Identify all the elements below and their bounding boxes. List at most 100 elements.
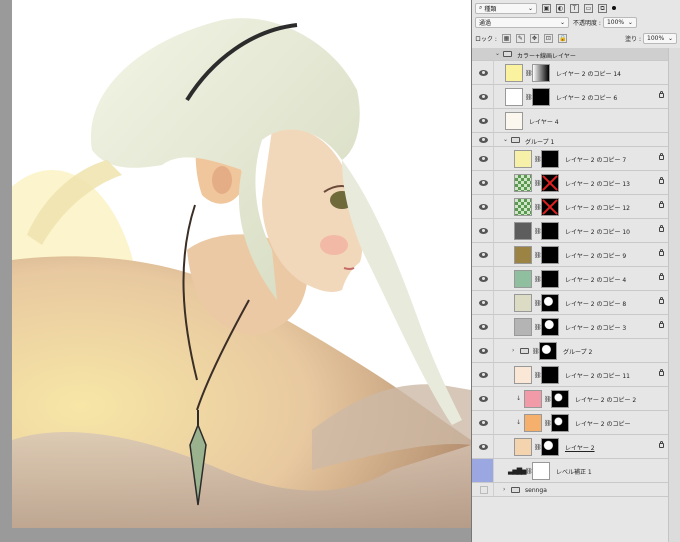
layer-row[interactable]: ⛓ レイヤー 2 のコピー 11	[472, 363, 668, 387]
eye-icon[interactable]	[479, 395, 488, 402]
eye-icon[interactable]	[479, 251, 488, 258]
lock-pixels-icon[interactable]: ✎	[515, 33, 525, 43]
layer-mask-thumbnail[interactable]	[541, 150, 559, 168]
layer-row-group-2[interactable]: › ⛓ グループ 2	[472, 339, 668, 363]
layer-row[interactable]: ⛓ レイヤー 2 のコピー 7	[472, 147, 668, 171]
eye-icon[interactable]	[479, 69, 488, 76]
layer-name: カラー+線画レイヤー	[517, 53, 576, 60]
layer-mask-disabled[interactable]	[541, 174, 559, 192]
visibility-cell	[472, 243, 494, 266]
layer-row[interactable]: ↓ ⛓ レイヤー 2 のコピー	[472, 411, 668, 435]
layer-mask-thumbnail[interactable]	[541, 246, 559, 264]
eye-icon[interactable]	[479, 227, 488, 234]
canvas-workspace[interactable]	[0, 0, 471, 542]
layer-row[interactable]: ⛓ レイヤー 2 のコピー 4	[472, 267, 668, 291]
visibility-cell	[472, 411, 494, 434]
eye-icon[interactable]	[479, 323, 488, 330]
layer-row-group-sennga[interactable]: › sennga	[472, 483, 668, 497]
layer-thumbnail	[505, 88, 523, 106]
filter-type-icon[interactable]: T	[570, 3, 579, 13]
visibility-cell	[472, 315, 494, 338]
lock-icon	[659, 153, 664, 160]
app-window: ⌕ 種類 ⌄ ▣ ◐ T ▭ ⧉ 通過 ⌄ 不透明度 : 100% ⌄ ロック …	[0, 0, 680, 542]
blend-mode-select[interactable]: 通過 ⌄	[475, 16, 569, 28]
visibility-cell	[472, 147, 494, 170]
visibility-cell	[472, 483, 494, 496]
eye-icon[interactable]	[479, 419, 488, 426]
artwork-canvas[interactable]	[12, 0, 471, 528]
eye-icon[interactable]	[479, 117, 488, 124]
lock-position-icon[interactable]: ✥	[529, 33, 539, 43]
layer-row[interactable]: ⛓ レイヤー 2 のコピー 8	[472, 291, 668, 315]
lock-transparency-icon[interactable]: ▦	[501, 33, 511, 43]
group-mask-thumbnail[interactable]	[539, 342, 557, 360]
clipping-arrow-icon: ↓	[516, 419, 522, 426]
filter-pixel-icon[interactable]: ▣	[542, 3, 551, 13]
layer-name: sennga	[525, 487, 547, 494]
layer-row[interactable]: ⛓ レイヤー 2 のコピー 12	[472, 195, 668, 219]
lock-icon	[659, 249, 664, 256]
layer-row[interactable]: ⛓ レイヤー 2 のコピー 6	[472, 85, 668, 109]
filter-adjustment-icon[interactable]: ◐	[556, 3, 565, 13]
layer-row[interactable]: ⛓ レイヤー 2 のコピー 3	[472, 315, 668, 339]
eye-hidden-icon[interactable]	[480, 486, 488, 494]
layer-row[interactable]: ⛓ レイヤー 2 のコピー 10	[472, 219, 668, 243]
layer-thumbnail	[514, 294, 532, 312]
layer-kind-filter[interactable]: ⌕ 種類 ⌄	[475, 2, 537, 14]
eye-icon[interactable]	[479, 136, 488, 143]
blend-row: 通過 ⌄ 不透明度 : 100% ⌄	[472, 15, 680, 29]
layer-mask-thumbnail[interactable]	[541, 318, 559, 336]
chevron-down-icon[interactable]: ⌄	[503, 136, 508, 143]
layer-thumbnail	[514, 270, 532, 288]
eye-icon[interactable]	[479, 179, 488, 186]
layer-row[interactable]: ⛓ レイヤー 2	[472, 435, 668, 459]
layers-scrollbar[interactable]	[668, 48, 680, 542]
layer-row-levels-adjustment[interactable]: ▃▅▇▅ ⛓ レベル補正 1	[472, 459, 668, 483]
layer-mask-thumbnail[interactable]	[532, 88, 550, 106]
eye-icon[interactable]	[479, 371, 488, 378]
layer-thumbnail	[514, 222, 532, 240]
opacity-field[interactable]: 100% ⌄	[602, 16, 637, 28]
layer-mask-thumbnail[interactable]	[551, 390, 569, 408]
chevron-right-icon[interactable]: ›	[503, 486, 505, 493]
layer-mask-thumbnail[interactable]	[532, 64, 550, 82]
layer-row[interactable]: ↓ ⛓ レイヤー 2 のコピー 2	[472, 387, 668, 411]
layer-mask-thumbnail[interactable]	[551, 414, 569, 432]
layer-thumbnail	[524, 414, 542, 432]
layer-name: レベル補正 1	[556, 469, 592, 476]
layer-row[interactable]: ⛓ レイヤー 2 のコピー 13	[472, 171, 668, 195]
layer-mask-thumbnail[interactable]	[541, 222, 559, 240]
layer-mask-disabled[interactable]	[541, 198, 559, 216]
layer-mask-thumbnail[interactable]	[541, 438, 559, 456]
layer-name: レイヤー 2 のコピー 11	[565, 373, 630, 380]
layer-mask-thumbnail[interactable]	[541, 294, 559, 312]
layer-name: グループ 2	[563, 349, 593, 356]
filter-toggle-dot[interactable]	[612, 6, 616, 10]
layer-row[interactable]: レイヤー 4	[472, 109, 668, 133]
lock-all-icon[interactable]: 🔒	[557, 33, 567, 43]
layer-mask-thumbnail[interactable]	[532, 462, 550, 480]
lock-artboard-icon[interactable]: ⊡	[543, 33, 553, 43]
layer-row[interactable]: ⛓ レイヤー 2 のコピー 9	[472, 243, 668, 267]
chevron-down-icon[interactable]: ⌄	[495, 50, 500, 57]
layer-thumbnail	[514, 438, 532, 456]
layer-mask-thumbnail[interactable]	[541, 366, 559, 384]
filter-smart-object-icon[interactable]: ⧉	[598, 3, 607, 13]
eye-icon[interactable]	[479, 275, 488, 282]
visibility-cell	[472, 267, 494, 290]
filter-shape-icon[interactable]: ▭	[584, 3, 593, 13]
layer-row-group-color-lineart[interactable]: ⌄ カラー+線画レイヤー	[472, 48, 668, 61]
layer-row-group-1[interactable]: ⌄ グループ 1	[472, 133, 668, 147]
layer-name: レイヤー 2 のコピー 3	[565, 325, 627, 332]
eye-icon[interactable]	[479, 203, 488, 210]
layer-mask-thumbnail[interactable]	[541, 270, 559, 288]
fill-label: 塗り :	[625, 35, 641, 43]
layer-row[interactable]: ⛓ レイヤー 2 のコピー 14	[472, 61, 668, 85]
eye-icon[interactable]	[479, 443, 488, 450]
fill-field[interactable]: 100% ⌄	[643, 32, 677, 44]
eye-icon[interactable]	[479, 155, 488, 162]
eye-icon[interactable]	[479, 299, 488, 306]
eye-icon[interactable]	[479, 347, 488, 354]
eye-icon[interactable]	[479, 93, 488, 100]
chevron-right-icon[interactable]: ›	[512, 347, 514, 354]
